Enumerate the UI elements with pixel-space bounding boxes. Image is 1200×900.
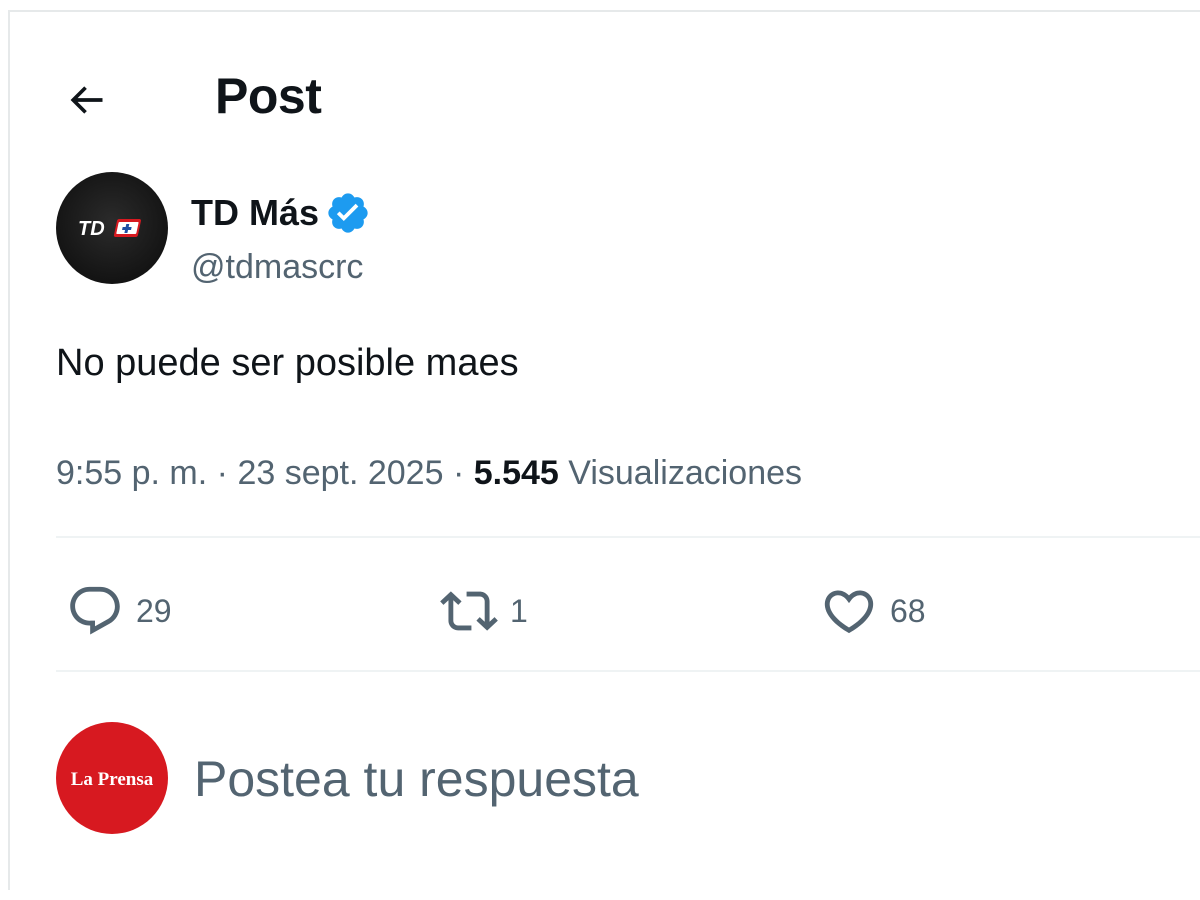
- reply-count: 29: [136, 592, 172, 629]
- arrow-left-icon: [70, 86, 103, 114]
- repost-count: 1: [510, 592, 528, 629]
- post-meta: 9:55 p. m. · 23 sept. 2025 · 5.545 Visua…: [56, 454, 802, 493]
- heart-icon: [824, 590, 874, 634]
- post-actions: 29 1 68: [56, 582, 1156, 652]
- verified-badge-icon[interactable]: [325, 190, 371, 236]
- post-time[interactable]: 9:55 p. m.: [56, 454, 207, 492]
- reply-input[interactable]: [194, 744, 1094, 814]
- like-button[interactable]: 68: [820, 582, 926, 640]
- la-prensa-logo-icon: La Prensa: [71, 769, 154, 790]
- reply-button[interactable]: 29: [66, 582, 172, 640]
- repost-icon: [440, 591, 498, 631]
- page-title: Post: [215, 68, 322, 124]
- post-header: Post: [10, 12, 1200, 162]
- views-label: Visualizaciones: [568, 454, 803, 492]
- author-avatar[interactable]: TD: [56, 172, 168, 284]
- post-detail-panel: Post TD TD Más @tdmascrc No puede ser po…: [8, 10, 1200, 890]
- reply-composer: La Prensa: [56, 722, 1156, 842]
- post-date[interactable]: 23 sept. 2025: [237, 454, 443, 492]
- views-count: 5.545: [473, 454, 559, 492]
- author-display-name: TD Más: [191, 192, 320, 233]
- meta-separator: ·: [216, 454, 228, 492]
- td-mas-logo-icon: TD: [78, 218, 141, 240]
- divider-top: [56, 536, 1200, 538]
- speech-bubble-icon: [70, 586, 120, 635]
- like-count: 68: [890, 592, 926, 629]
- meta-separator-2: ·: [452, 454, 465, 492]
- repost-button[interactable]: 1: [440, 582, 528, 640]
- back-button[interactable]: [54, 68, 118, 132]
- author-name[interactable]: TD Más: [191, 190, 371, 236]
- divider-bottom: [56, 670, 1200, 672]
- author-handle[interactable]: @tdmascrc: [191, 248, 363, 287]
- svg-text:TD: TD: [78, 218, 105, 240]
- user-avatar[interactable]: La Prensa: [56, 722, 168, 834]
- post-text: No puede ser posible maes: [56, 342, 519, 384]
- avatar-label: La Prensa: [71, 769, 154, 790]
